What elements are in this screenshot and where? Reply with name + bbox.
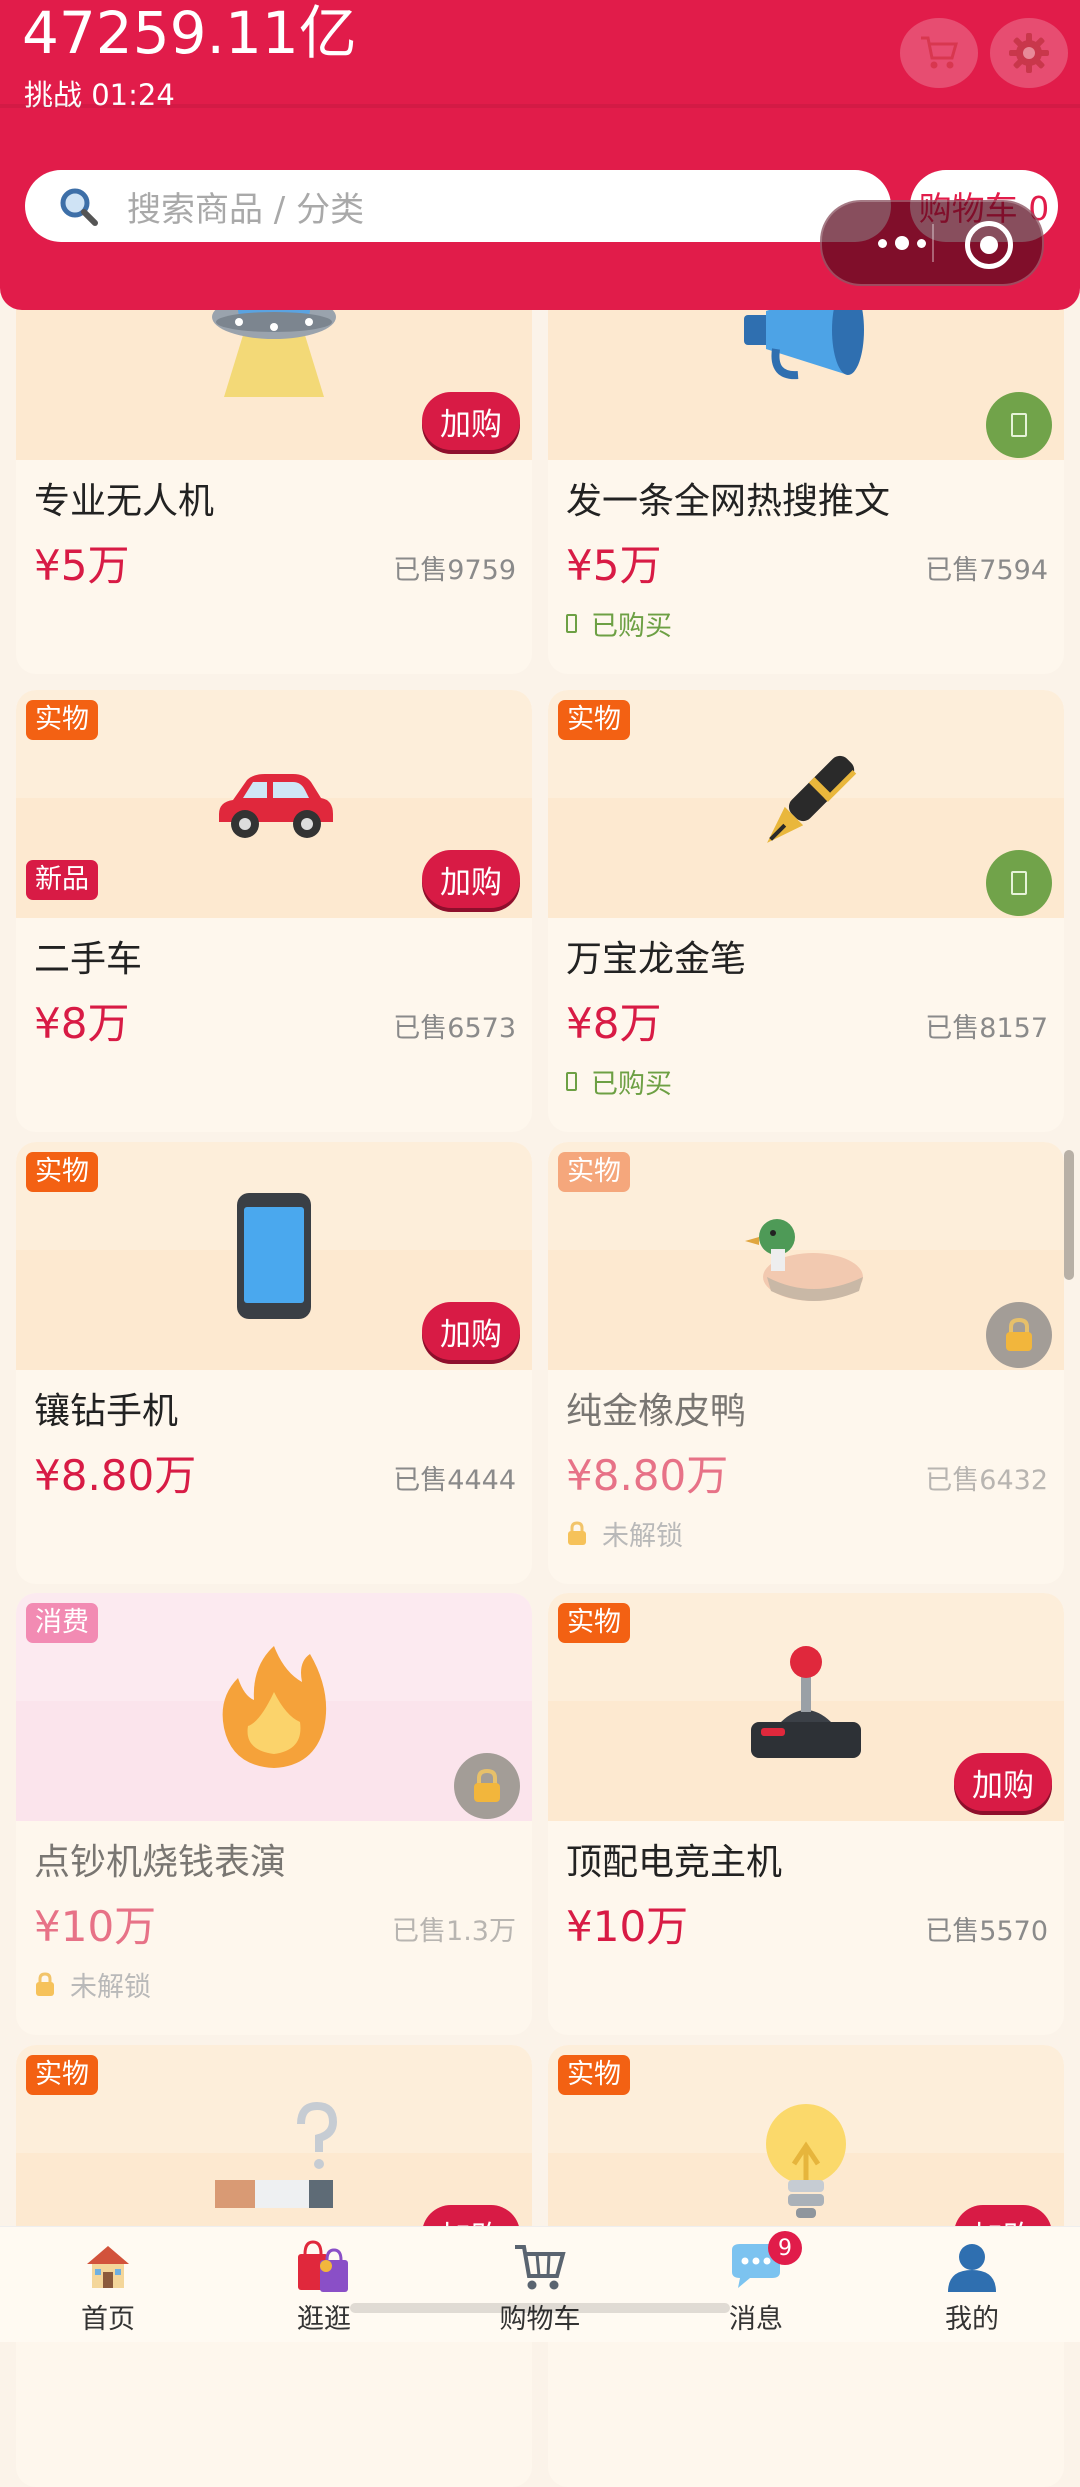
locked-badge-button[interactable] bbox=[986, 1302, 1052, 1368]
category-tag: 实物 bbox=[558, 1603, 630, 1643]
owned-badge-button[interactable] bbox=[986, 850, 1052, 916]
category-tag: 实物 bbox=[558, 700, 630, 740]
tab-browse[interactable]: 逛逛 bbox=[216, 2227, 432, 2342]
miniprogram-capsule bbox=[820, 200, 1044, 286]
lock-icon bbox=[1006, 1317, 1032, 1351]
add-to-cart-button[interactable]: 加购 bbox=[422, 1302, 520, 1360]
product-sold-count: 已售9759 bbox=[393, 555, 516, 586]
tab-label: 我的 bbox=[945, 2304, 999, 2335]
product-price: ¥8万 bbox=[34, 999, 130, 1048]
category-tag: 实物 bbox=[26, 700, 98, 740]
house-icon bbox=[83, 2237, 133, 2297]
locked-badge-button[interactable] bbox=[454, 1753, 520, 1819]
lock-icon bbox=[474, 1768, 500, 1802]
bottom-tab-bar: 首页 逛逛 购物车 9 消息 我的 bbox=[0, 2226, 1080, 2342]
tab-label: 消息 bbox=[729, 2304, 783, 2335]
product-name: 点钞机烧钱表演 bbox=[34, 1842, 287, 1883]
product-sold-count: 已售7594 bbox=[925, 555, 1048, 586]
product-card[interactable]: 实物 加购 顶配电竞主机 ¥10万 已售5570 bbox=[548, 1593, 1064, 2035]
tab-cart[interactable]: 购物车 bbox=[432, 2227, 648, 2342]
more-menu-button[interactable] bbox=[852, 222, 952, 264]
category-tag: 实物 bbox=[26, 1152, 98, 1192]
cart-button[interactable] bbox=[900, 18, 978, 88]
add-to-cart-button[interactable]: 加购 bbox=[422, 850, 520, 908]
locked-status: 未解锁 bbox=[566, 1514, 683, 1553]
add-to-cart-button[interactable]: 加购 bbox=[954, 1753, 1052, 1811]
tab-messages[interactable]: 9 消息 bbox=[648, 2227, 864, 2342]
product-sold-count: 已售6573 bbox=[393, 1013, 516, 1044]
scrollbar[interactable] bbox=[1064, 1150, 1074, 1280]
gear-icon bbox=[1009, 33, 1049, 73]
category-tag: 实物 bbox=[26, 2055, 98, 2095]
product-name: 万宝龙金笔 bbox=[566, 939, 747, 980]
lock-icon bbox=[568, 1520, 586, 1545]
purchased-status: 已购买 bbox=[566, 604, 672, 643]
product-card[interactable]: 消费 点钞机烧钱表演 ¥10万 已售1.3万 未解锁 bbox=[16, 1593, 532, 2035]
tab-profile[interactable]: 我的 bbox=[864, 2227, 1080, 2342]
product-sold-count: 已售4444 bbox=[393, 1465, 516, 1496]
tab-label: 首页 bbox=[81, 2304, 135, 2335]
purchased-status: 已购买 bbox=[566, 1062, 672, 1101]
category-tag: 实物 bbox=[558, 1152, 630, 1192]
product-price: ¥8.80万 bbox=[566, 1451, 729, 1500]
product-price: ¥5万 bbox=[34, 541, 130, 590]
check-icon bbox=[566, 1072, 577, 1091]
category-tag: 实物 bbox=[558, 2055, 630, 2095]
product-card[interactable]: 实物 万宝龙金笔 ¥8万 已售8157 已购买 bbox=[548, 690, 1064, 1132]
product-price: ¥8万 bbox=[566, 999, 662, 1048]
settings-button[interactable] bbox=[990, 18, 1068, 88]
product-sold-count: 已售1.3万 bbox=[392, 1916, 516, 1947]
owned-badge-button[interactable] bbox=[986, 392, 1052, 458]
user-icon bbox=[945, 2237, 999, 2297]
new-tag: 新品 bbox=[26, 860, 98, 900]
home-indicator[interactable] bbox=[350, 2303, 730, 2313]
product-price: ¥10万 bbox=[34, 1902, 157, 1951]
product-price: ¥5万 bbox=[566, 541, 662, 590]
product-name: 二手车 bbox=[34, 939, 143, 980]
category-tag: 消费 bbox=[26, 1603, 98, 1643]
product-name: 专业无人机 bbox=[34, 481, 215, 522]
product-price: ¥10万 bbox=[566, 1902, 689, 1951]
product-sold-count: 已售6432 bbox=[925, 1465, 1048, 1496]
product-card[interactable]: 实物 新品 加购 二手车 ¥8万 已售6573 bbox=[16, 690, 532, 1132]
search-placeholder: 搜索商品 / 分类 bbox=[127, 189, 365, 230]
lock-icon bbox=[36, 1971, 54, 1996]
product-name: 发一条全网热搜推文 bbox=[566, 481, 891, 522]
search-bar[interactable]: 搜索商品 / 分类 bbox=[25, 170, 891, 242]
add-to-cart-button[interactable]: 加购 bbox=[422, 392, 520, 450]
message-badge: 9 bbox=[768, 2231, 802, 2265]
product-name: 顶配电竞主机 bbox=[566, 1842, 783, 1883]
check-icon bbox=[566, 614, 577, 633]
shopping-bags-icon bbox=[296, 2237, 352, 2297]
product-grid: 加购 专业无人机 ¥5万 已售9759 发一条全网热搜推文 ¥5万 已售7594… bbox=[0, 0, 1080, 2487]
balance: 47259.11亿 bbox=[22, 0, 357, 67]
product-sold-count: 已售5570 bbox=[925, 1916, 1048, 1947]
product-card[interactable]: 实物 纯金橡皮鸭 ¥8.80万 已售6432 未解锁 bbox=[548, 1142, 1064, 1584]
header-divider bbox=[0, 104, 1080, 108]
product-name: 镶钻手机 bbox=[34, 1391, 179, 1432]
product-sold-count: 已售8157 bbox=[925, 1013, 1048, 1044]
cart-icon bbox=[921, 36, 958, 69]
locked-status: 未解锁 bbox=[34, 1965, 151, 2004]
tab-home[interactable]: 首页 bbox=[0, 2227, 216, 2342]
product-name: 纯金橡皮鸭 bbox=[566, 1391, 747, 1432]
capsule-divider bbox=[932, 224, 934, 262]
product-price: ¥8.80万 bbox=[34, 1451, 197, 1500]
product-card[interactable]: 实物 加购 镶钻手机 ¥8.80万 已售4444 bbox=[16, 1142, 532, 1584]
tab-label: 逛逛 bbox=[297, 2304, 351, 2335]
cart-icon bbox=[513, 2237, 567, 2297]
search-icon bbox=[53, 181, 103, 231]
close-miniprogram-button[interactable] bbox=[965, 221, 1013, 269]
